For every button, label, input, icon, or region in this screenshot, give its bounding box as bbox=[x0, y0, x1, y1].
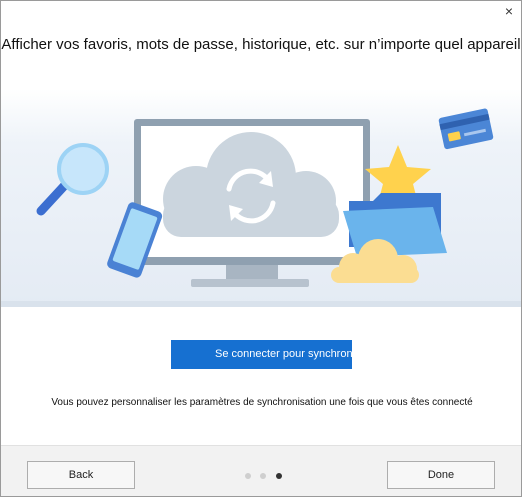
page-dot-3[interactable] bbox=[275, 473, 282, 479]
sync-settings-info: Vous pouvez personnaliser les paramètres… bbox=[51, 397, 473, 408]
pagination-dots bbox=[245, 473, 287, 481]
close-icon[interactable]: × bbox=[501, 3, 517, 19]
folder-icon bbox=[343, 193, 447, 257]
dialog-footer: Back Done bbox=[1, 445, 521, 496]
dialog-title: Afficher vos favoris, mots de passe, his… bbox=[1, 36, 521, 53]
page-dot-1[interactable] bbox=[245, 473, 251, 479]
back-button[interactable]: Back bbox=[27, 461, 135, 489]
done-button[interactable]: Done bbox=[387, 461, 495, 489]
connect-to-sync-button[interactable]: Se connecter pour synchronis bbox=[171, 340, 352, 369]
sync-illustration bbox=[1, 89, 521, 307]
sync-dialog: × Afficher vos favoris, mots de passe, h… bbox=[0, 0, 522, 497]
page-dot-2[interactable] bbox=[260, 473, 267, 479]
